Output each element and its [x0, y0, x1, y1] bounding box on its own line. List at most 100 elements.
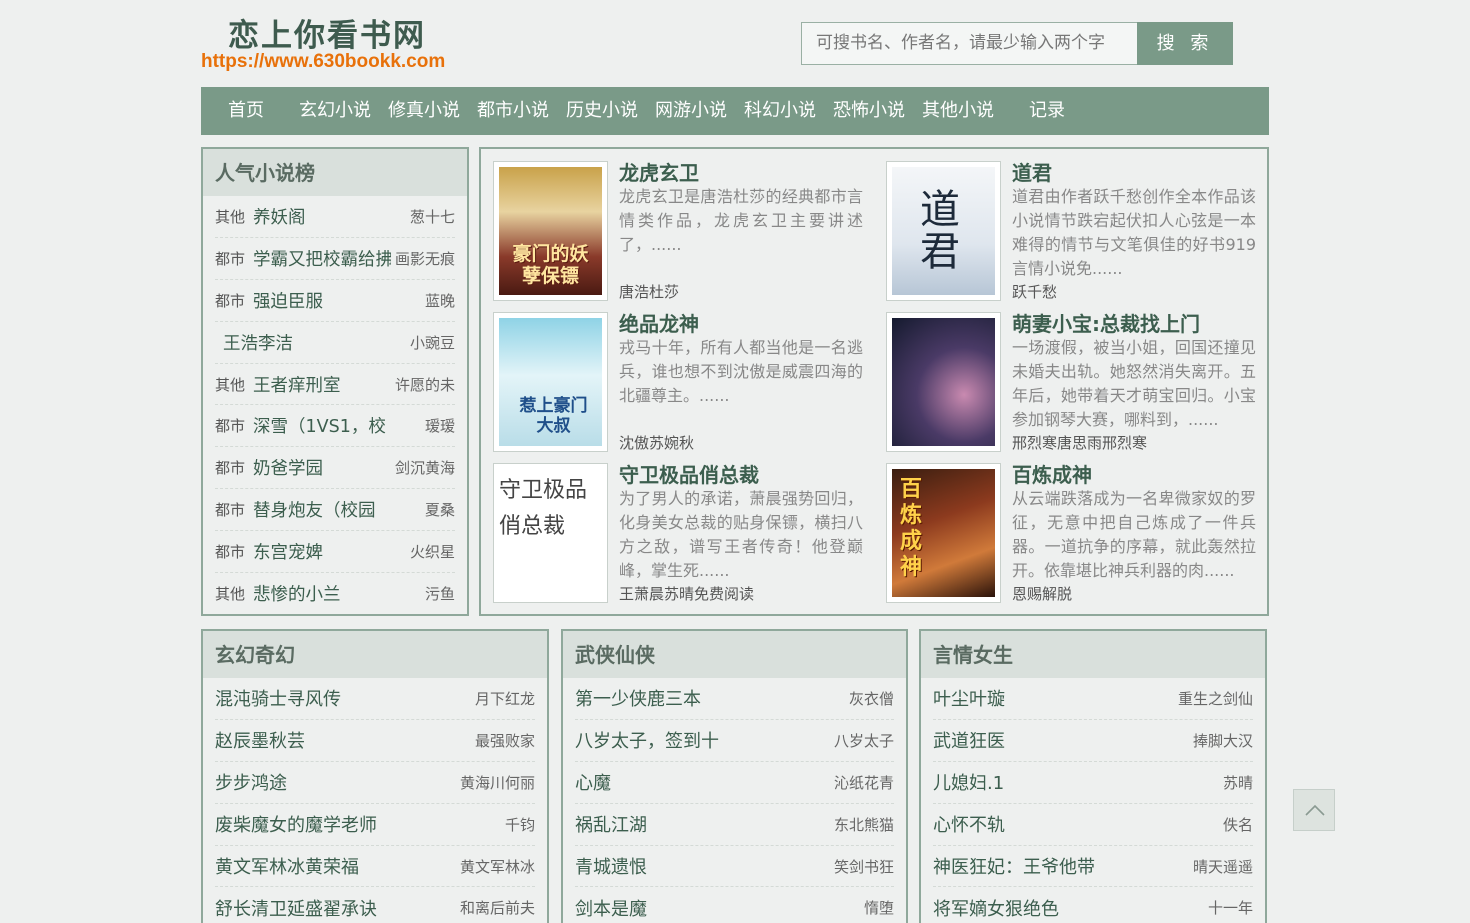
nav-item-qita[interactable]: 其他小说	[922, 87, 994, 135]
list-title[interactable]: 神医狂妃：王爷他带	[933, 853, 1095, 879]
list-item: 心魔 沁纸花青	[575, 762, 894, 804]
featured-title[interactable]: 守卫极品俏总裁	[619, 459, 759, 488]
list-title[interactable]: 混沌骑士寻风传	[215, 685, 341, 711]
rank-author: 蓝晚	[424, 291, 455, 310]
site-url[interactable]: https://www.630bookk.com	[201, 51, 445, 73]
rank-category[interactable]: 都市	[215, 541, 245, 562]
nav-item-history[interactable]: 记录	[1029, 87, 1065, 135]
nav-item-xiuzhen[interactable]: 修真小说	[388, 87, 460, 135]
list-title[interactable]: 第一少侠鹿三本	[575, 685, 701, 711]
search-button[interactable]: 搜 索	[1137, 22, 1233, 65]
list-title[interactable]: 叶尘叶璇	[933, 685, 1005, 711]
featured-desc: 戎马十年，所有人都当他是一名逃兵，谁也想不到沈傲是威震四海的北疆尊主。.....…	[619, 338, 863, 405]
book-cover[interactable]: 百炼成神	[886, 463, 1001, 603]
rank-row: 都市 奶爸学园 剑沉黄海	[215, 447, 455, 490]
featured-author: 沈傲苏婉秋	[619, 434, 695, 452]
list-author: 八岁太子	[833, 731, 894, 750]
rank-category[interactable]: 其他	[215, 374, 245, 395]
book-cover[interactable]: 豪门的妖孽保镖	[493, 161, 608, 301]
book-cover[interactable]: 惹上豪门大叔	[493, 312, 608, 452]
list-author: 黄文军林冰	[459, 857, 535, 876]
list-author: 十一年	[1207, 899, 1253, 918]
rank-title[interactable]: 深雪（1VS1，校	[253, 413, 421, 438]
featured-title[interactable]: 道君	[1012, 157, 1052, 186]
list-title[interactable]: 心魔	[575, 769, 611, 795]
featured-box: 豪门的妖孽保镖 龙虎玄卫 龙虎玄卫是唐浩杜莎的经典都市言情类作品，龙虎玄卫主要讲…	[479, 147, 1269, 616]
search-input[interactable]: 可搜书名、作者名，请最少输入两个字	[801, 22, 1138, 65]
list-item: 叶尘叶璇 重生之剑仙	[933, 678, 1253, 720]
rank-title[interactable]: 王者痒刑室	[253, 372, 391, 397]
rank-title[interactable]: 悲惨的小兰	[253, 581, 421, 606]
rank-category[interactable]: 都市	[215, 248, 245, 269]
book-cover[interactable]: 道君	[886, 161, 1001, 301]
rank-row: 其他 悲惨的小兰 污鱼	[215, 573, 455, 615]
site-title[interactable]: 恋上你看书网	[228, 10, 426, 55]
list-author: 佚名	[1222, 815, 1253, 834]
featured-title[interactable]: 百炼成神	[1012, 459, 1092, 488]
nav-item-kongbu[interactable]: 恐怖小说	[833, 87, 905, 135]
nav-item-wangyou[interactable]: 网游小说	[655, 87, 727, 135]
rank-row: 都市 东宫宠婢 火织星	[215, 531, 455, 574]
featured-title[interactable]: 绝品龙神	[619, 308, 699, 337]
list-title[interactable]: 祸乱江湖	[575, 811, 647, 837]
nav-item-dushi[interactable]: 都市小说	[477, 87, 549, 135]
popular-box: 人气小说榜 其他 养妖阁 葱十七 都市 学霸又把校霸给拂 画影无痕 都市 强迫臣服 蓝晚 王…	[201, 147, 469, 616]
featured-title[interactable]: 龙虎玄卫	[619, 157, 699, 186]
rank-row: 都市 强迫臣服 蓝晚	[215, 280, 455, 322]
list-title[interactable]: 武道狂医	[933, 727, 1005, 753]
nav-item-lishi[interactable]: 历史小说	[566, 87, 638, 135]
list-title[interactable]: 赵辰墨秋芸	[215, 727, 305, 753]
list-title[interactable]: 青城遗恨	[575, 853, 647, 879]
nav-item-home[interactable]: 首页	[228, 87, 264, 135]
featured-desc: 从云端跌落成为一名卑微家奴的罗征，无意中把自己炼成了一件兵器。一道抗争的序幕，就…	[1012, 489, 1256, 580]
nav-item-xuanhuan[interactable]: 玄幻小说	[299, 87, 371, 135]
list-title[interactable]: 黄文军林冰黄荣福	[215, 853, 359, 879]
rank-category[interactable]: 都市	[215, 415, 245, 436]
rank-author: 剑沉黄海	[394, 459, 455, 478]
nav-item-kehuan[interactable]: 科幻小说	[744, 87, 816, 135]
featured-desc: 龙虎玄卫是唐浩杜莎的经典都市言情类作品，龙虎玄卫主要讲述了，......	[619, 187, 863, 254]
list-item: 武道狂医 捧脚大汉	[933, 720, 1253, 762]
rank-author: 夏桑	[424, 501, 455, 520]
rank-title[interactable]: 学霸又把校霸给拂	[253, 246, 391, 271]
rank-title[interactable]: 东宫宠婢	[253, 539, 406, 564]
list-item: 青城遗恨 笑剑书狂	[575, 846, 894, 888]
main-nav: 首页 玄幻小说 修真小说 都市小说 历史小说 网游小说 科幻小说 恐怖小说 其他…	[201, 87, 1269, 135]
book-cover[interactable]: 守卫极品俏总裁	[493, 463, 608, 603]
list-item: 将军嫡女狠绝色 十一年	[933, 887, 1253, 923]
rank-title[interactable]: 替身炮友（校园	[253, 497, 421, 522]
rank-category[interactable]: 其他	[215, 583, 245, 604]
rank-title[interactable]: 奶爸学园	[253, 455, 391, 480]
rank-row: 都市 替身炮友（校园 夏桑	[215, 489, 455, 532]
list-title[interactable]: 废柴魔女的魔学老师	[215, 811, 377, 837]
list-title[interactable]: 将军嫡女狠绝色	[933, 895, 1059, 921]
rank-category[interactable]: 都市	[215, 457, 245, 478]
rank-title[interactable]: 王浩李洁	[223, 330, 406, 355]
book-cover[interactable]	[886, 312, 1001, 452]
list-title[interactable]: 心怀不轨	[933, 811, 1005, 837]
list-title[interactable]: 舒长清卫延盛翟承诀	[215, 895, 377, 921]
back-to-top-button[interactable]	[1293, 789, 1335, 831]
list-item: 舒长清卫延盛翟承诀 和离后前夫	[215, 887, 535, 923]
section-wuxia: 武侠仙侠 第一少侠鹿三本 灰衣僧 八岁太子，签到十 八岁太子 心魔 沁纸花青 祸乱江湖…	[561, 629, 908, 923]
list-title[interactable]: 八岁太子，签到十	[575, 727, 719, 753]
list-author: 沁纸花青	[833, 773, 894, 792]
rank-title[interactable]: 强迫臣服	[253, 288, 421, 313]
list-item: 第一少侠鹿三本 灰衣僧	[575, 678, 894, 720]
rank-category[interactable]: 都市	[215, 290, 245, 311]
rank-category[interactable]: 都市	[215, 499, 245, 520]
list-item: 八岁太子，签到十 八岁太子	[575, 720, 894, 762]
list-author: 苏晴	[1222, 773, 1253, 792]
rank-category[interactable]: 其他	[215, 206, 245, 227]
list-item: 赵辰墨秋芸 最强败家	[215, 720, 535, 762]
rank-row: 其他 养妖阁 葱十七	[215, 196, 455, 238]
rank-title[interactable]: 养妖阁	[253, 204, 406, 229]
list-title[interactable]: 步步鸿途	[215, 769, 287, 795]
chevron-up-icon	[1305, 804, 1325, 816]
list-title[interactable]: 剑本是魔	[575, 895, 647, 921]
featured-title[interactable]: 萌妻小宝:总裁找上门	[1012, 308, 1200, 337]
rank-author: 葱十七	[409, 207, 455, 226]
featured-author: 王萧晨苏晴免费阅读	[619, 585, 755, 603]
list-title[interactable]: 儿媳妇.1	[933, 769, 1004, 795]
rank-row: 其他 王者痒刑室 许愿的未	[215, 364, 455, 406]
